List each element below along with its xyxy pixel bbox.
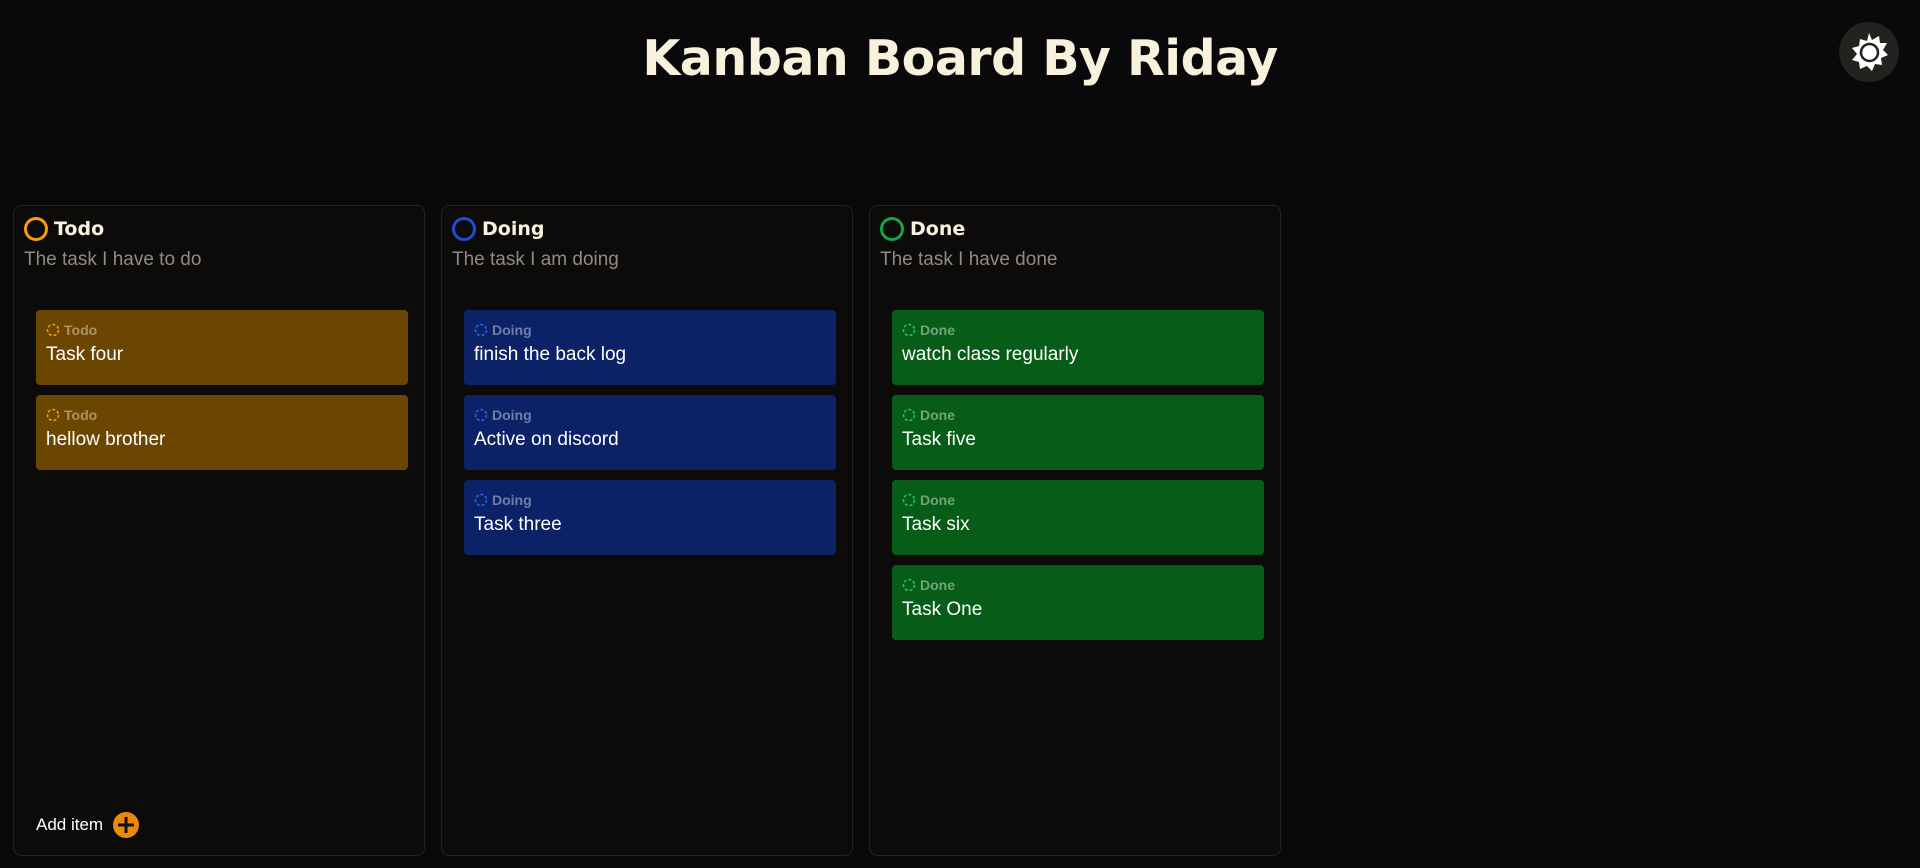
card-status: Doing (474, 491, 826, 509)
loading-circle-icon (902, 493, 916, 507)
circle-icon (452, 217, 476, 241)
task-card[interactable]: Done watch class regularly (892, 310, 1264, 385)
card-text: finish the back log (474, 344, 627, 365)
card-status-label: Done (920, 322, 955, 338)
column-header: Todo (24, 217, 104, 241)
card-text: Task five (902, 429, 976, 450)
column-title: Done (910, 218, 966, 240)
loading-circle-icon (474, 323, 488, 337)
card-text: Task four (46, 344, 124, 365)
card-status: Doing (474, 406, 826, 424)
card-status-label: Done (920, 577, 955, 593)
card-status-label: Doing (492, 407, 532, 423)
theme-toggle-button[interactable] (1839, 22, 1899, 82)
column-todo: Todo The task I have to do Todo Task fou… (13, 205, 425, 856)
card-text: hellow brother (46, 429, 166, 450)
card-status: Done (902, 321, 1254, 339)
task-card[interactable]: Done Task six (892, 480, 1264, 555)
plus-circle-icon[interactable] (113, 812, 140, 838)
card-text: Task three (474, 514, 562, 535)
column-description: The task I have to do (24, 249, 202, 270)
column-header: Doing (452, 217, 544, 241)
column-description: The task I have done (880, 249, 1058, 270)
card-status: Todo (46, 321, 398, 339)
circle-icon (24, 217, 48, 241)
loading-circle-icon (46, 408, 60, 422)
card-list: Doing finish the back log Doing Active o… (464, 310, 836, 555)
column-title: Doing (482, 218, 545, 240)
task-card[interactable]: Todo hellow brother (36, 395, 408, 470)
task-card[interactable]: Done Task One (892, 565, 1264, 640)
kanban-page: Kanban Board By Riday Todo The task I ha… (0, 0, 1920, 868)
card-text: Task six (902, 514, 970, 535)
gear-icon (1852, 33, 1888, 71)
card-status-label: Doing (492, 322, 532, 338)
column-header: Done (880, 217, 965, 241)
card-status-label: Done (920, 407, 955, 423)
loading-circle-icon (902, 323, 916, 337)
card-status: Todo (46, 406, 398, 424)
add-item-label: Add item (36, 815, 104, 834)
task-card[interactable]: Doing finish the back log (464, 310, 836, 385)
board-columns: Todo The task I have to do Todo Task fou… (13, 205, 1281, 856)
card-text: Active on discord (474, 429, 619, 450)
card-list: Done watch class regularly Done Task fiv… (892, 310, 1264, 640)
card-status-label: Todo (64, 407, 98, 423)
card-list: Todo Task four Todo hellow brother (36, 310, 408, 470)
card-text: watch class regularly (902, 344, 1079, 365)
task-card[interactable]: Doing Active on discord (464, 395, 836, 470)
column-done: Done The task I have done Done watch cla… (869, 205, 1281, 856)
card-text: Task One (902, 599, 983, 620)
column-description: The task I am doing (452, 249, 619, 270)
card-status-label: Todo (64, 322, 98, 338)
column-doing: Doing The task I am doing Doing finish t… (441, 205, 853, 856)
task-card[interactable]: Done Task five (892, 395, 1264, 470)
circle-icon (880, 217, 904, 241)
add-item-button[interactable]: Add item (36, 812, 140, 838)
card-status: Done (902, 491, 1254, 509)
card-status-label: Done (920, 492, 955, 508)
card-status-label: Doing (492, 492, 532, 508)
column-title: Todo (54, 218, 105, 240)
loading-circle-icon (902, 408, 916, 422)
task-card[interactable]: Todo Task four (36, 310, 408, 385)
page-title: Kanban Board By Riday (642, 30, 1278, 87)
card-status: Doing (474, 321, 826, 339)
loading-circle-icon (474, 493, 488, 507)
card-status: Done (902, 406, 1254, 424)
loading-circle-icon (902, 578, 916, 592)
loading-circle-icon (46, 323, 60, 337)
loading-circle-icon (474, 408, 488, 422)
card-status: Done (902, 576, 1254, 594)
task-card[interactable]: Doing Task three (464, 480, 836, 555)
